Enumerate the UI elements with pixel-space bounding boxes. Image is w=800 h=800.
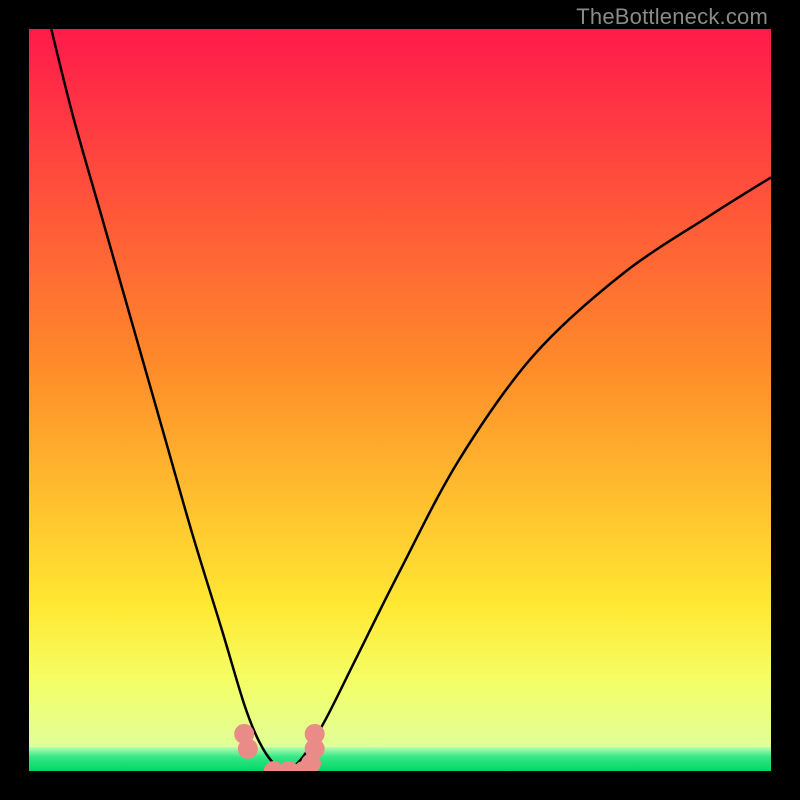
watermark-text: TheBottleneck.com — [576, 4, 768, 30]
chart-svg — [29, 29, 771, 771]
gradient-bg — [29, 29, 771, 771]
dot — [238, 739, 258, 759]
green-band — [29, 747, 771, 771]
chart-frame: TheBottleneck.com — [0, 0, 800, 800]
dot — [305, 724, 325, 744]
plot-area — [29, 29, 771, 771]
